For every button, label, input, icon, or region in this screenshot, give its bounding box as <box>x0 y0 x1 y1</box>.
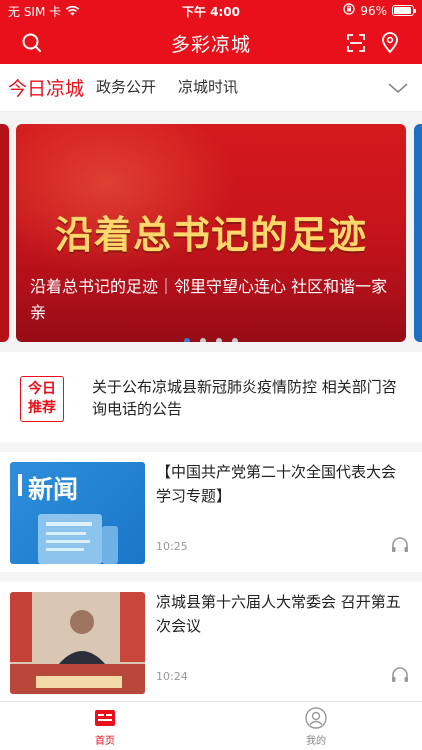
news-title[interactable]: 【中国共产党第二十次全国代表大会学习专题】 <box>156 460 408 508</box>
headphones-icon[interactable] <box>390 536 410 554</box>
user-icon <box>304 706 328 730</box>
meeting-photo <box>10 592 145 694</box>
battery-icon <box>392 5 416 16</box>
news-item[interactable]: 新闻 【中国共产党第二十次全国代表大会学习专题】 10:25 <box>0 452 422 572</box>
newspaper-icon <box>38 514 118 564</box>
banner-carousel: 沿着总书记的足迹 沿着总书记的足迹｜邻里守望心连心 社区和谐一家亲 <box>0 112 422 352</box>
section-divider <box>0 572 422 582</box>
news-thumbnail: 新闻 <box>10 462 145 564</box>
news-time: 10:24 <box>156 670 188 683</box>
scan-icon[interactable] <box>344 31 368 55</box>
thumbnail-label: 新闻 <box>28 475 79 504</box>
chevron-down-icon[interactable] <box>386 78 410 98</box>
headphones-icon[interactable] <box>390 666 410 684</box>
carousel-dot[interactable] <box>200 338 206 342</box>
tab-mine-label: 我的 <box>306 736 326 747</box>
orientation-lock-icon <box>343 3 355 18</box>
location-pin-icon[interactable] <box>378 31 402 55</box>
battery-cap <box>414 9 416 13</box>
battery-fill <box>394 7 412 14</box>
carousel-dot[interactable] <box>232 338 238 342</box>
recommend-badge-line1: 今日 <box>28 381 56 397</box>
tab-government-affairs[interactable]: 政务公开 <box>96 76 156 97</box>
carousel-dots <box>16 338 406 342</box>
news-time: 10:25 <box>156 540 188 553</box>
thumbnail-accent-bar <box>18 474 22 496</box>
tab-home-label: 首页 <box>95 736 115 747</box>
section-divider <box>0 442 422 452</box>
news-title[interactable]: 凉城县第十六届人大常委会 召开第五次会议 <box>156 590 408 638</box>
banner-caption: 沿着总书记的足迹｜邻里守望心连心 社区和谐一家亲 <box>30 277 388 322</box>
today-recommend[interactable]: 今日 推荐 关于公布凉城县新冠肺炎疫情防控 相关部门咨询电话的公告 <box>0 352 422 442</box>
category-tabs: 今日凉城 政务公开 凉城时讯 <box>0 64 422 112</box>
news-thumbnail <box>10 592 145 694</box>
recommend-text[interactable]: 关于公布凉城县新冠肺炎疫情防控 相关部门咨询电话的公告 <box>92 376 408 420</box>
recommend-badge: 今日 推荐 <box>20 376 64 422</box>
status-right: 96% <box>343 3 416 18</box>
bottom-tab-bar: 首页 我的 <box>0 701 422 750</box>
carousel-dot[interactable] <box>184 338 190 342</box>
tab-mine[interactable]: 我的 <box>276 706 356 747</box>
status-bar: 无 SIM 卡 下午 4:00 96% <box>0 0 422 22</box>
banner-headline: 沿着总书记的足迹 <box>54 212 367 257</box>
recommend-badge-line2: 推荐 <box>28 400 56 416</box>
tab-today-liangcheng[interactable]: 今日凉城 <box>8 74 84 101</box>
banner-slide[interactable]: 沿着总书记的足迹 沿着总书记的足迹｜邻里守望心连心 社区和谐一家亲 <box>16 124 406 342</box>
tab-home[interactable]: 首页 <box>65 706 145 747</box>
tab-liangcheng-news[interactable]: 凉城时讯 <box>178 76 238 97</box>
news-item[interactable]: 凉城县第十六届人大常委会 召开第五次会议 10:24 <box>0 582 422 702</box>
banner-next-peek[interactable] <box>414 124 422 342</box>
home-icon <box>93 706 117 730</box>
nav-bar: 多彩凉城 <box>0 22 422 64</box>
carousel-dot[interactable] <box>216 338 222 342</box>
banner-prev-peek[interactable] <box>0 124 9 342</box>
battery-percent: 96% <box>360 3 387 18</box>
